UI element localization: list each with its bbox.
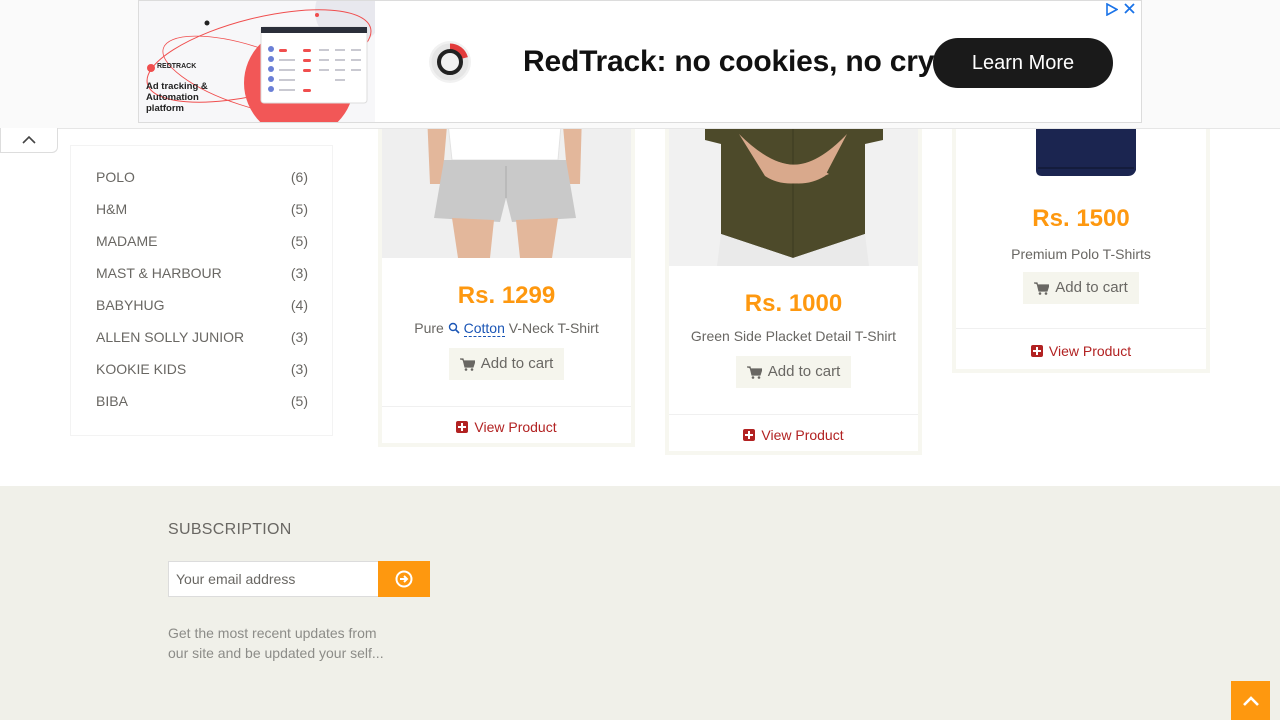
- add-to-cart-button[interactable]: Add to cart: [449, 348, 564, 380]
- product-image[interactable]: [382, 114, 631, 258]
- ad-banner: REDTRACK Ad tracking & Automation platfo…: [0, 0, 1280, 129]
- learn-more-button[interactable]: Learn More: [933, 38, 1113, 88]
- brand-count: (3): [290, 329, 308, 345]
- product-card: Rs. 1500 Premium Polo T-Shirts Add to ca…: [952, 110, 1210, 373]
- ad-image[interactable]: REDTRACK Ad tracking & Automation platfo…: [139, 1, 375, 122]
- product-price: Rs. 1000: [744, 290, 843, 317]
- brand-name: ALLEN SOLLY JUNIOR: [96, 329, 245, 345]
- brand-item-kookie-kids[interactable]: KOOKIE KIDS (3): [96, 361, 308, 381]
- cart-icon: [1034, 281, 1050, 295]
- email-field[interactable]: [168, 561, 378, 597]
- ad-logo-text: REDTRACK: [157, 63, 197, 70]
- brand-name: H&M: [96, 201, 128, 217]
- card-divider: [382, 406, 631, 407]
- view-product-label: View Product: [1048, 343, 1132, 359]
- brand-item-mast-harbour[interactable]: MAST & HARBOUR (3): [96, 265, 308, 285]
- adchoices-icon[interactable]: [1106, 3, 1118, 16]
- ad-collapse-button[interactable]: [0, 128, 58, 153]
- add-to-cart-label: Add to cart: [1055, 279, 1128, 296]
- product-photo-shorts: [382, 114, 631, 258]
- add-to-cart-label: Add to cart: [480, 355, 554, 372]
- scroll-to-top-button[interactable]: [1231, 681, 1270, 720]
- add-to-cart-button[interactable]: Add to cart: [736, 356, 851, 388]
- product-card: Rs. 1299 Pure Cotton V-Neck T-Shirt Add …: [378, 110, 635, 447]
- brand-item-polo[interactable]: POLO (6): [96, 169, 308, 189]
- brand-count: (4): [290, 297, 308, 313]
- brand-item-hm[interactable]: H&M (5): [96, 201, 308, 221]
- brand-name: BABYHUG: [96, 297, 165, 313]
- view-product-link[interactable]: View Product: [956, 343, 1206, 359]
- ad-tagline: Ad tracking & Automation platform: [146, 81, 208, 114]
- redtrack-logo-icon: [429, 41, 471, 83]
- card-divider: [956, 328, 1206, 329]
- brand-count: (6): [290, 169, 308, 185]
- brand-name: BIBA: [96, 393, 128, 409]
- brand-name: KOOKIE KIDS: [96, 361, 187, 377]
- product-title: Pure Cotton V-Neck T-Shirt: [382, 320, 631, 337]
- footer: SUBSCRIPTION Get the most recent updates…: [0, 486, 1280, 720]
- product-title-part: V-Neck T-Shirt: [508, 320, 599, 336]
- ad-container[interactable]: REDTRACK Ad tracking & Automation platfo…: [138, 0, 1142, 123]
- close-icon[interactable]: [1124, 3, 1135, 14]
- plus-square-icon: [743, 429, 756, 441]
- ad-headline[interactable]: RedTrack: no cookies, no cry: [523, 45, 934, 79]
- add-to-cart-label: Add to cart: [767, 363, 841, 380]
- brand-count: (5): [290, 393, 308, 409]
- product-image[interactable]: [669, 114, 918, 266]
- card-divider: [669, 414, 918, 415]
- brand-count: (5): [290, 201, 308, 217]
- subscription-title: SUBSCRIPTION: [168, 521, 292, 538]
- chevron-up-icon: [22, 135, 36, 144]
- brand-item-babyhug[interactable]: BABYHUG (4): [96, 297, 308, 317]
- subscribe-button[interactable]: [378, 561, 430, 597]
- brand-item-madame[interactable]: MADAME (5): [96, 233, 308, 253]
- brands-panel: POLO (6) H&M (5) MADAME (5) MAST & HARBOUR (…: [70, 145, 333, 436]
- brand-count: (5): [290, 233, 308, 249]
- brand-item-biba[interactable]: BIBA (5): [96, 393, 308, 413]
- brand-name: POLO: [96, 169, 135, 185]
- brand-count: (3): [290, 361, 308, 377]
- product-photo-green-shirt: [669, 114, 918, 266]
- view-product-link[interactable]: View Product: [669, 427, 918, 443]
- product-title-part: Pure: [414, 320, 444, 336]
- chevron-up-icon: [1242, 695, 1259, 706]
- brand-name: MAST & HARBOUR: [96, 265, 222, 281]
- product-price: Rs. 1299: [457, 282, 556, 309]
- brand-item-allen-solly-junior[interactable]: ALLEN SOLLY JUNIOR (3): [96, 329, 308, 349]
- product-title: Green Side Placket Detail T-Shirt: [690, 328, 897, 344]
- brand-name: MADAME: [96, 233, 158, 249]
- cart-icon: [746, 365, 762, 379]
- product-title-link[interactable]: Cotton: [463, 320, 505, 337]
- view-product-label: View Product: [761, 427, 844, 443]
- view-product-label: View Product: [474, 419, 557, 435]
- product-card: Rs. 1000 Green Side Placket Detail T-Shi…: [665, 110, 922, 455]
- cart-icon: [459, 357, 475, 371]
- view-product-link[interactable]: View Product: [382, 419, 631, 435]
- arrow-circle-right-icon: [395, 570, 413, 588]
- product-price: Rs. 1500: [1032, 205, 1130, 232]
- search-icon: [448, 322, 460, 334]
- subscription-description: Get the most recent updates from our sit…: [168, 625, 384, 661]
- plus-square-icon: [456, 421, 469, 433]
- plus-square-icon: [1030, 345, 1043, 357]
- product-title: Premium Polo T-Shirts: [1011, 246, 1151, 262]
- add-to-cart-button[interactable]: Add to cart: [1023, 272, 1139, 304]
- brand-count: (3): [290, 265, 308, 281]
- ad-choices[interactable]: [1106, 3, 1135, 16]
